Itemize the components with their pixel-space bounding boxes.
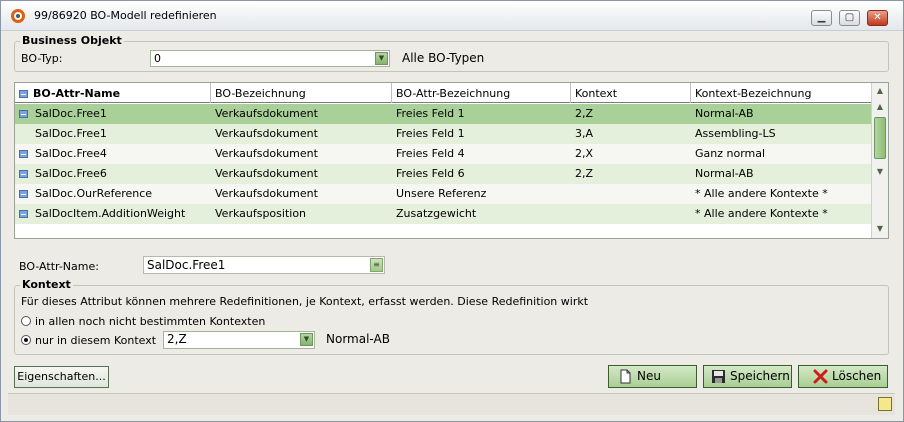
chevron-down-icon[interactable]: ▼ — [300, 333, 313, 346]
table-cell: Freies Feld 6 — [396, 167, 465, 180]
table-row[interactable]: SalDoc.Free1 Verkaufsdokument Freies Feld … — [15, 124, 871, 144]
bo-typ-label: BO-Typ: — [21, 52, 63, 65]
bo-typ-select[interactable]: 0 ▼ — [150, 50, 390, 67]
column-header-bo-attr-name[interactable]: BO-Attr-Name — [15, 83, 211, 103]
row-marker-icon[interactable] — [19, 150, 28, 158]
kontext-legend: Kontext — [20, 278, 73, 291]
business-objekt-legend: Business Objekt — [20, 34, 124, 47]
table-cell: Verkaufsdokument — [215, 107, 318, 120]
table-cell: Verkaufsdokument — [215, 167, 318, 180]
row-marker-icon[interactable] — [19, 190, 28, 198]
table-cell: SalDoc.Free1 — [35, 127, 107, 140]
grid-header: BO-Attr-Name BO-Bezeichnung BO-Attr-Beze… — [15, 83, 871, 103]
table-cell: * Alle andere Kontexte * — [695, 187, 828, 200]
attribute-grid[interactable]: BO-Attr-Name BO-Bezeichnung BO-Attr-Beze… — [14, 82, 889, 239]
delete-button[interactable]: Löschen — [798, 365, 888, 388]
table-cell — [571, 184, 691, 204]
properties-button[interactable]: Eigenschaften... — [14, 366, 109, 388]
column-header-kontext-bezeichnung[interactable]: Kontext-Bezeichnung — [691, 83, 871, 103]
minimize-icon[interactable]: ▁ — [811, 10, 832, 26]
close-icon[interactable]: ✕ — [867, 10, 888, 26]
save-button[interactable]: Speichern — [703, 365, 792, 388]
table-cell: Normal-AB — [695, 107, 754, 120]
status-bar — [8, 393, 895, 415]
column-header-label: BO-Attr-Name — [33, 87, 121, 100]
table-cell: SalDoc.OurReference — [35, 187, 153, 200]
resize-grip-icon[interactable] — [878, 397, 892, 411]
row-marker-icon[interactable] — [19, 210, 28, 218]
table-cell: Verkaufsdokument — [215, 147, 318, 160]
table-cell: SalDoc.Free6 — [35, 167, 107, 180]
column-header-kontext[interactable]: Kontext — [571, 83, 691, 103]
bo-typ-value: 0 — [154, 52, 161, 65]
table-cell: Freies Feld 1 — [396, 127, 465, 140]
table-cell: Normal-AB — [695, 167, 754, 180]
table-cell: SalDoc.Free1 — [35, 107, 107, 120]
kontext-info-text: Für dieses Attribut können mehrere Redef… — [21, 295, 589, 308]
window-title: 99/86920 BO-Modell redefinieren — [34, 9, 217, 22]
attr-name-value: SalDoc.Free1 — [147, 258, 226, 272]
column-header-bo-bezeichnung[interactable]: BO-Bezeichnung — [211, 83, 392, 103]
table-row[interactable]: SalDoc.OurReference Verkaufsdokument Unser… — [15, 184, 871, 204]
kontext-value: 2,Z — [167, 332, 187, 346]
radio-this-context[interactable] — [21, 335, 31, 345]
table-cell: Verkaufsdokument — [215, 187, 318, 200]
scroll-down-icon[interactable]: ▼ — [873, 222, 887, 236]
table-cell: Zusatzgewicht — [396, 207, 477, 220]
table-cell: 2,X — [575, 147, 594, 160]
table-cell: 3,A — [575, 127, 594, 140]
table-cell: Assembling-LS — [695, 127, 776, 140]
table-row[interactable]: SalDocItem.AdditionWeight Verkaufspositio… — [15, 204, 871, 224]
scroll-up-fast-icon[interactable]: ▲ — [873, 100, 887, 114]
new-button-label: Neu — [637, 369, 661, 383]
bo-typ-description: Alle BO-Typen — [402, 51, 485, 65]
attr-name-field[interactable]: SalDoc.Free1 ≡ — [143, 256, 385, 274]
table-cell: Ganz normal — [695, 147, 766, 160]
chevron-down-icon[interactable]: ▼ — [375, 52, 388, 65]
radio-all-contexts-label[interactable]: in allen noch nicht bestimmten Kontexten — [35, 315, 265, 328]
table-row[interactable]: SalDoc.Free1 Verkaufsdokument Freies Feld … — [15, 104, 871, 124]
radio-all-contexts[interactable] — [21, 316, 31, 326]
title-bar[interactable]: 99/86920 BO-Modell redefinieren ▁ ▢ ✕ — [1, 1, 903, 31]
scroll-up-icon[interactable]: ▲ — [873, 84, 887, 98]
table-cell: * Alle andere Kontexte * — [695, 207, 828, 220]
maximize-icon[interactable]: ▢ — [839, 10, 860, 26]
delete-x-icon — [813, 369, 828, 384]
new-button[interactable]: Neu — [608, 365, 697, 388]
table-cell: Verkaufsdokument — [215, 127, 318, 140]
scrollbar-thumb[interactable] — [874, 117, 886, 159]
table-row[interactable]: SalDoc.Free4 Verkaufsdokument Freies Feld … — [15, 144, 871, 164]
table-cell: Verkaufsposition — [215, 207, 307, 220]
row-marker-icon[interactable] — [19, 110, 28, 118]
dialog-window: 99/86920 BO-Modell redefinieren ▁ ▢ ✕ Bu… — [0, 0, 904, 422]
scroll-down-fast-icon[interactable]: ▼ — [873, 165, 887, 179]
row-marker-icon[interactable] — [19, 170, 28, 178]
column-header-bo-attr-bezeichnung[interactable]: BO-Attr-Bezeichnung — [392, 83, 571, 103]
radio-this-context-label[interactable]: nur in diesem Kontext — [35, 334, 156, 347]
table-cell: Unsere Referenz — [396, 187, 487, 200]
attr-name-label: BO-Attr-Name: — [19, 260, 99, 273]
new-document-icon — [620, 369, 631, 384]
table-cell: SalDoc.Free4 — [35, 147, 107, 160]
table-row[interactable]: SalDoc.Free6 Verkaufsdokument Freies Feld … — [15, 164, 871, 184]
collapse-icon[interactable] — [19, 90, 28, 98]
grid-scrollbar[interactable]: ▲ ▲ ▼ ▼ — [871, 83, 888, 238]
save-button-label: Speichern — [730, 369, 790, 383]
table-cell: Freies Feld 1 — [396, 107, 465, 120]
table-cell: Freies Feld 4 — [396, 147, 465, 160]
app-icon — [11, 9, 25, 23]
table-cell: 2,Z — [575, 107, 594, 120]
delete-button-label: Löschen — [832, 369, 882, 383]
table-cell: 2,Z — [575, 167, 594, 180]
table-cell: SalDocItem.AdditionWeight — [35, 207, 186, 220]
lookup-icon[interactable]: ≡ — [370, 258, 383, 272]
floppy-disk-icon — [712, 370, 725, 383]
kontext-description: Normal-AB — [326, 332, 390, 346]
table-cell — [571, 204, 691, 224]
kontext-select[interactable]: 2,Z ▼ — [163, 331, 315, 349]
